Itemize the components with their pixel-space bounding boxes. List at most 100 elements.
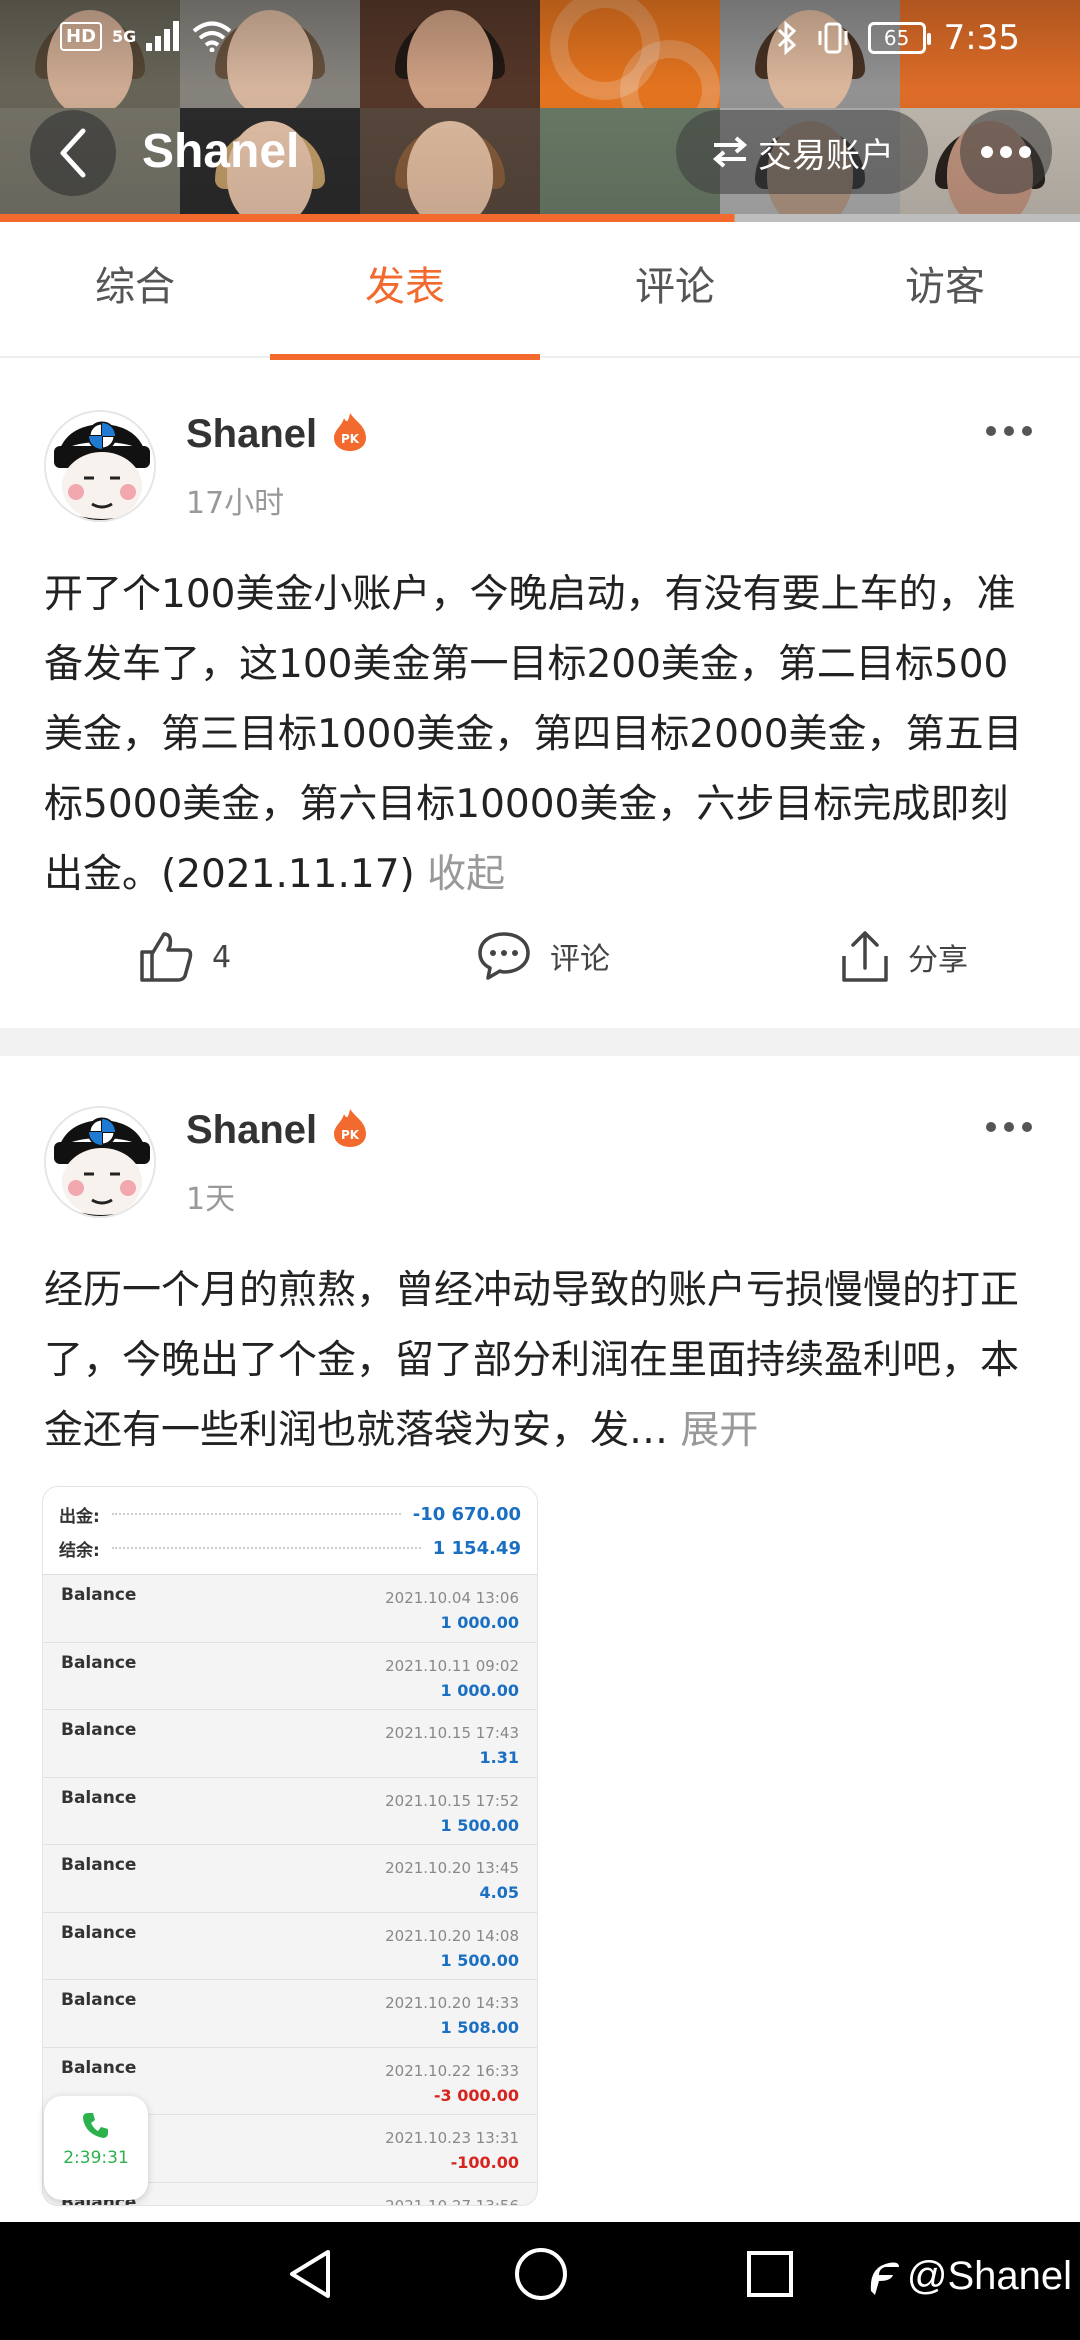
post-username[interactable]: Shanel bbox=[186, 412, 317, 457]
tab-bar: 综合 发表 评论 访客 bbox=[0, 222, 1080, 360]
summary-value: -10 670.00 bbox=[412, 1503, 521, 1525]
post-more-button[interactable] bbox=[986, 426, 1032, 436]
entry-amount: -100.00 bbox=[450, 2153, 519, 2172]
share-button[interactable]: 分享 bbox=[840, 930, 968, 984]
back-button[interactable] bbox=[30, 110, 116, 196]
switch-account-label: 交易账户 bbox=[758, 135, 894, 176]
collapse-link[interactable]: 收起 bbox=[427, 852, 505, 897]
more-options-button[interactable] bbox=[960, 110, 1052, 194]
entry-amount: -3 000.00 bbox=[433, 2085, 519, 2105]
post-more-button[interactable] bbox=[986, 1122, 1032, 1132]
summary-label: 结余: bbox=[59, 1540, 100, 1561]
expand-link[interactable]: 展开 bbox=[680, 1408, 758, 1453]
nav-home-icon[interactable] bbox=[511, 2244, 571, 2304]
dot-icon bbox=[986, 1122, 996, 1132]
dot-icon bbox=[1019, 146, 1031, 158]
post-time: 17小时 bbox=[186, 486, 285, 521]
balance-row: 结余: 1 154.49 bbox=[59, 1531, 521, 1565]
entry-amount: 1.31 bbox=[479, 1748, 519, 1767]
post-time: 1天 bbox=[186, 1182, 236, 1217]
withdrawal-row: 出金: -10 670.00 bbox=[59, 1497, 521, 1531]
pk-badge-icon: PK bbox=[334, 1109, 366, 1147]
thumbs-up-icon bbox=[140, 932, 193, 982]
nav-recents-icon[interactable] bbox=[744, 2244, 796, 2304]
watermark-text: @Shanel bbox=[906, 2254, 1072, 2298]
post-divider bbox=[0, 1028, 1080, 1056]
post-body: 经历一个月的煎熬，曾经冲动导致的账户亏损慢慢的打正了，今晚出了个金，留了部分利润… bbox=[44, 1256, 1039, 1466]
entry-amount: 1 500.00 bbox=[440, 1950, 519, 1970]
entry-amount: 4.05 bbox=[479, 1883, 519, 1902]
dot-icon bbox=[1004, 426, 1014, 436]
battery-icon: 65 bbox=[867, 22, 931, 54]
chevron-left-icon bbox=[60, 128, 86, 178]
post-text: 开了个100美金小账户，今晚启动，有没有要上车的，准备发车了，这100美金第一目… bbox=[44, 572, 1023, 897]
balance-entry-row: Balance 2021.10.20 14:33 1 508.00 bbox=[43, 1980, 537, 2048]
system-nav-bar: @Shanel bbox=[0, 2222, 1080, 2340]
post-card: Shanel PK 17小时 开了个100美金小账户，今晚启动，有没有要上车的，… bbox=[0, 360, 1080, 1028]
post-body: 开了个100美金小账户，今晚启动，有没有要上车的，准备发车了，这100美金第一目… bbox=[44, 560, 1039, 910]
header-accent-line bbox=[0, 214, 1080, 222]
dot-icon bbox=[1000, 146, 1012, 158]
call-duration: 2:39:31 bbox=[63, 2148, 129, 2168]
comment-label: 评论 bbox=[550, 942, 610, 977]
pk-badge-text: PK bbox=[341, 1128, 360, 1142]
nav-back-icon[interactable] bbox=[284, 2244, 334, 2304]
tab-overview[interactable]: 综合 bbox=[0, 222, 270, 358]
avatar[interactable] bbox=[44, 1106, 156, 1218]
entry-date: 2021.10.20 13:45 bbox=[385, 1859, 519, 1877]
avatar[interactable] bbox=[44, 410, 156, 522]
share-icon bbox=[842, 931, 888, 982]
entry-date: 2021.10.23 13:31 bbox=[385, 2129, 519, 2147]
entry-date: 2021.10.15 17:43 bbox=[385, 1724, 519, 1742]
entry-date: 2021.10.20 14:33 bbox=[385, 1994, 519, 2012]
post-actions: 4 评论 分享 bbox=[0, 930, 1080, 1000]
entry-date: 2021.10.27 13:56 bbox=[385, 2196, 519, 2206]
entry-amount: 1 000.00 bbox=[440, 1680, 519, 1700]
share-label: 分享 bbox=[908, 943, 968, 978]
app-logo-icon bbox=[870, 2262, 899, 2295]
page-title: Shanel bbox=[142, 125, 300, 178]
post-username[interactable]: Shanel bbox=[186, 1108, 317, 1153]
entry-amount: 1 000.00 bbox=[440, 1613, 519, 1632]
clock: 7:35 bbox=[943, 18, 1020, 58]
signal-icon bbox=[146, 21, 180, 51]
balance-entry-row: Balance 2021.10.20 13:45 4.05 bbox=[43, 1845, 537, 1913]
summary-value: 1 154.49 bbox=[432, 1537, 521, 1559]
vibrate-icon bbox=[818, 22, 848, 54]
entry-date: 2021.10.22 16:33 bbox=[385, 2061, 519, 2080]
like-count: 4 bbox=[212, 939, 232, 975]
entry-date: 2021.10.15 17:52 bbox=[385, 1791, 519, 1810]
tab-posts[interactable]: 发表 bbox=[270, 222, 540, 360]
post-text: 经历一个月的煎熬，曾经冲动导致的账户亏损慢慢的打正了，今晚出了个金，留了部分利润… bbox=[44, 1268, 1020, 1453]
avatar-image bbox=[46, 412, 154, 520]
entry-amount: 1 500.00 bbox=[440, 1815, 519, 1835]
call-indicator[interactable]: 2:39:31 bbox=[44, 2096, 148, 2200]
wifi-icon bbox=[193, 21, 232, 52]
dot-icon bbox=[1022, 426, 1032, 436]
phone-icon bbox=[83, 2113, 108, 2138]
dot-icon bbox=[1022, 1122, 1032, 1132]
entry-amount: 1 508.00 bbox=[440, 2018, 519, 2037]
dot-icon bbox=[986, 426, 996, 436]
comment-button[interactable]: 评论 bbox=[476, 930, 610, 982]
entry-date: 2021.10.20 14:08 bbox=[385, 1926, 519, 1945]
avatar-image bbox=[46, 1108, 154, 1216]
switch-account-button[interactable]: 交易账户 bbox=[676, 110, 928, 194]
tab-visitors[interactable]: 访客 bbox=[810, 222, 1080, 358]
swap-icon bbox=[712, 136, 748, 168]
like-button[interactable]: 4 bbox=[138, 930, 231, 984]
hd-indicator: HD bbox=[60, 21, 103, 51]
profile-header: HD 5G 65 7:35 Shanel 交易账户 bbox=[0, 0, 1080, 222]
balance-entry-row: Balance 2021.10.04 13:06 1 000.00 bbox=[43, 1575, 537, 1643]
summary-label: 出金: bbox=[59, 1506, 100, 1527]
dot-icon bbox=[1004, 1122, 1014, 1132]
balance-entry-row: Balance 2021.10.15 17:43 1.31 bbox=[43, 1710, 537, 1778]
bluetooth-icon bbox=[777, 21, 796, 55]
balance-summary: 出金: -10 670.00 结余: 1 154.49 bbox=[43, 1487, 537, 1575]
entry-date: 2021.10.04 13:06 bbox=[385, 1589, 519, 1607]
balance-entry-row: Balance 2021.10.11 09:02 1 000.00 bbox=[43, 1643, 537, 1710]
tab-comments[interactable]: 评论 bbox=[540, 222, 810, 358]
balance-entry-row: Balance 2021.10.15 17:52 1 500.00 bbox=[43, 1778, 537, 1845]
entry-date: 2021.10.11 09:02 bbox=[385, 1656, 519, 1675]
pk-badge-text: PK bbox=[341, 432, 360, 446]
